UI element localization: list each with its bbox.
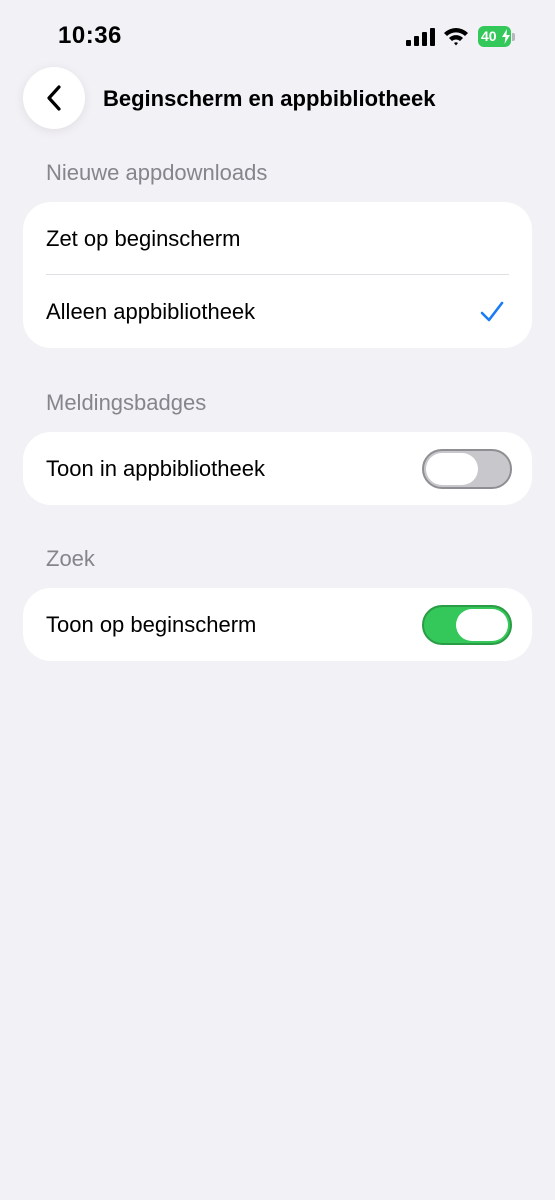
- row-label: Toon in appbibliotheek: [46, 456, 265, 481]
- cellular-signal-icon: [406, 28, 435, 46]
- badges-toggle[interactable]: [422, 449, 512, 489]
- back-button[interactable]: [23, 67, 85, 129]
- option-label: Zet op beginscherm: [46, 226, 241, 251]
- option-home-screen[interactable]: Zet op beginscherm: [23, 202, 532, 275]
- chevron-left-icon: [47, 85, 61, 111]
- new-downloads-group: Zet op beginscherm Alleen appbibliotheek: [23, 202, 532, 348]
- option-label: Alleen appbibliotheek: [46, 299, 256, 324]
- toggle-knob: [456, 609, 508, 641]
- checkmark-icon: [480, 301, 504, 322]
- section-header-new-downloads: Nieuwe appdownloads: [46, 160, 268, 185]
- section-header-badges: Meldingsbadges: [46, 390, 207, 415]
- toggle-knob: [426, 453, 478, 485]
- row-label: Toon op beginscherm: [46, 612, 257, 637]
- section-header-search: Zoek: [46, 546, 95, 571]
- charging-bolt-icon: [502, 29, 510, 44]
- badges-row: Toon in appbibliotheek: [23, 432, 532, 505]
- page-title: Beginscherm en appbibliotheek: [103, 86, 436, 111]
- wifi-icon: [444, 28, 468, 46]
- battery-icon: 40: [478, 26, 516, 48]
- badges-group: Toon in appbibliotheek: [23, 432, 532, 505]
- status-bar: 10:36 40: [0, 0, 555, 70]
- search-row: Toon op beginscherm: [23, 588, 532, 661]
- option-app-library-only[interactable]: Alleen appbibliotheek: [23, 275, 532, 348]
- status-time: 10:36: [58, 22, 122, 49]
- search-toggle[interactable]: [422, 605, 512, 645]
- search-group: Toon op beginscherm: [23, 588, 532, 661]
- battery-level: 40: [481, 28, 497, 44]
